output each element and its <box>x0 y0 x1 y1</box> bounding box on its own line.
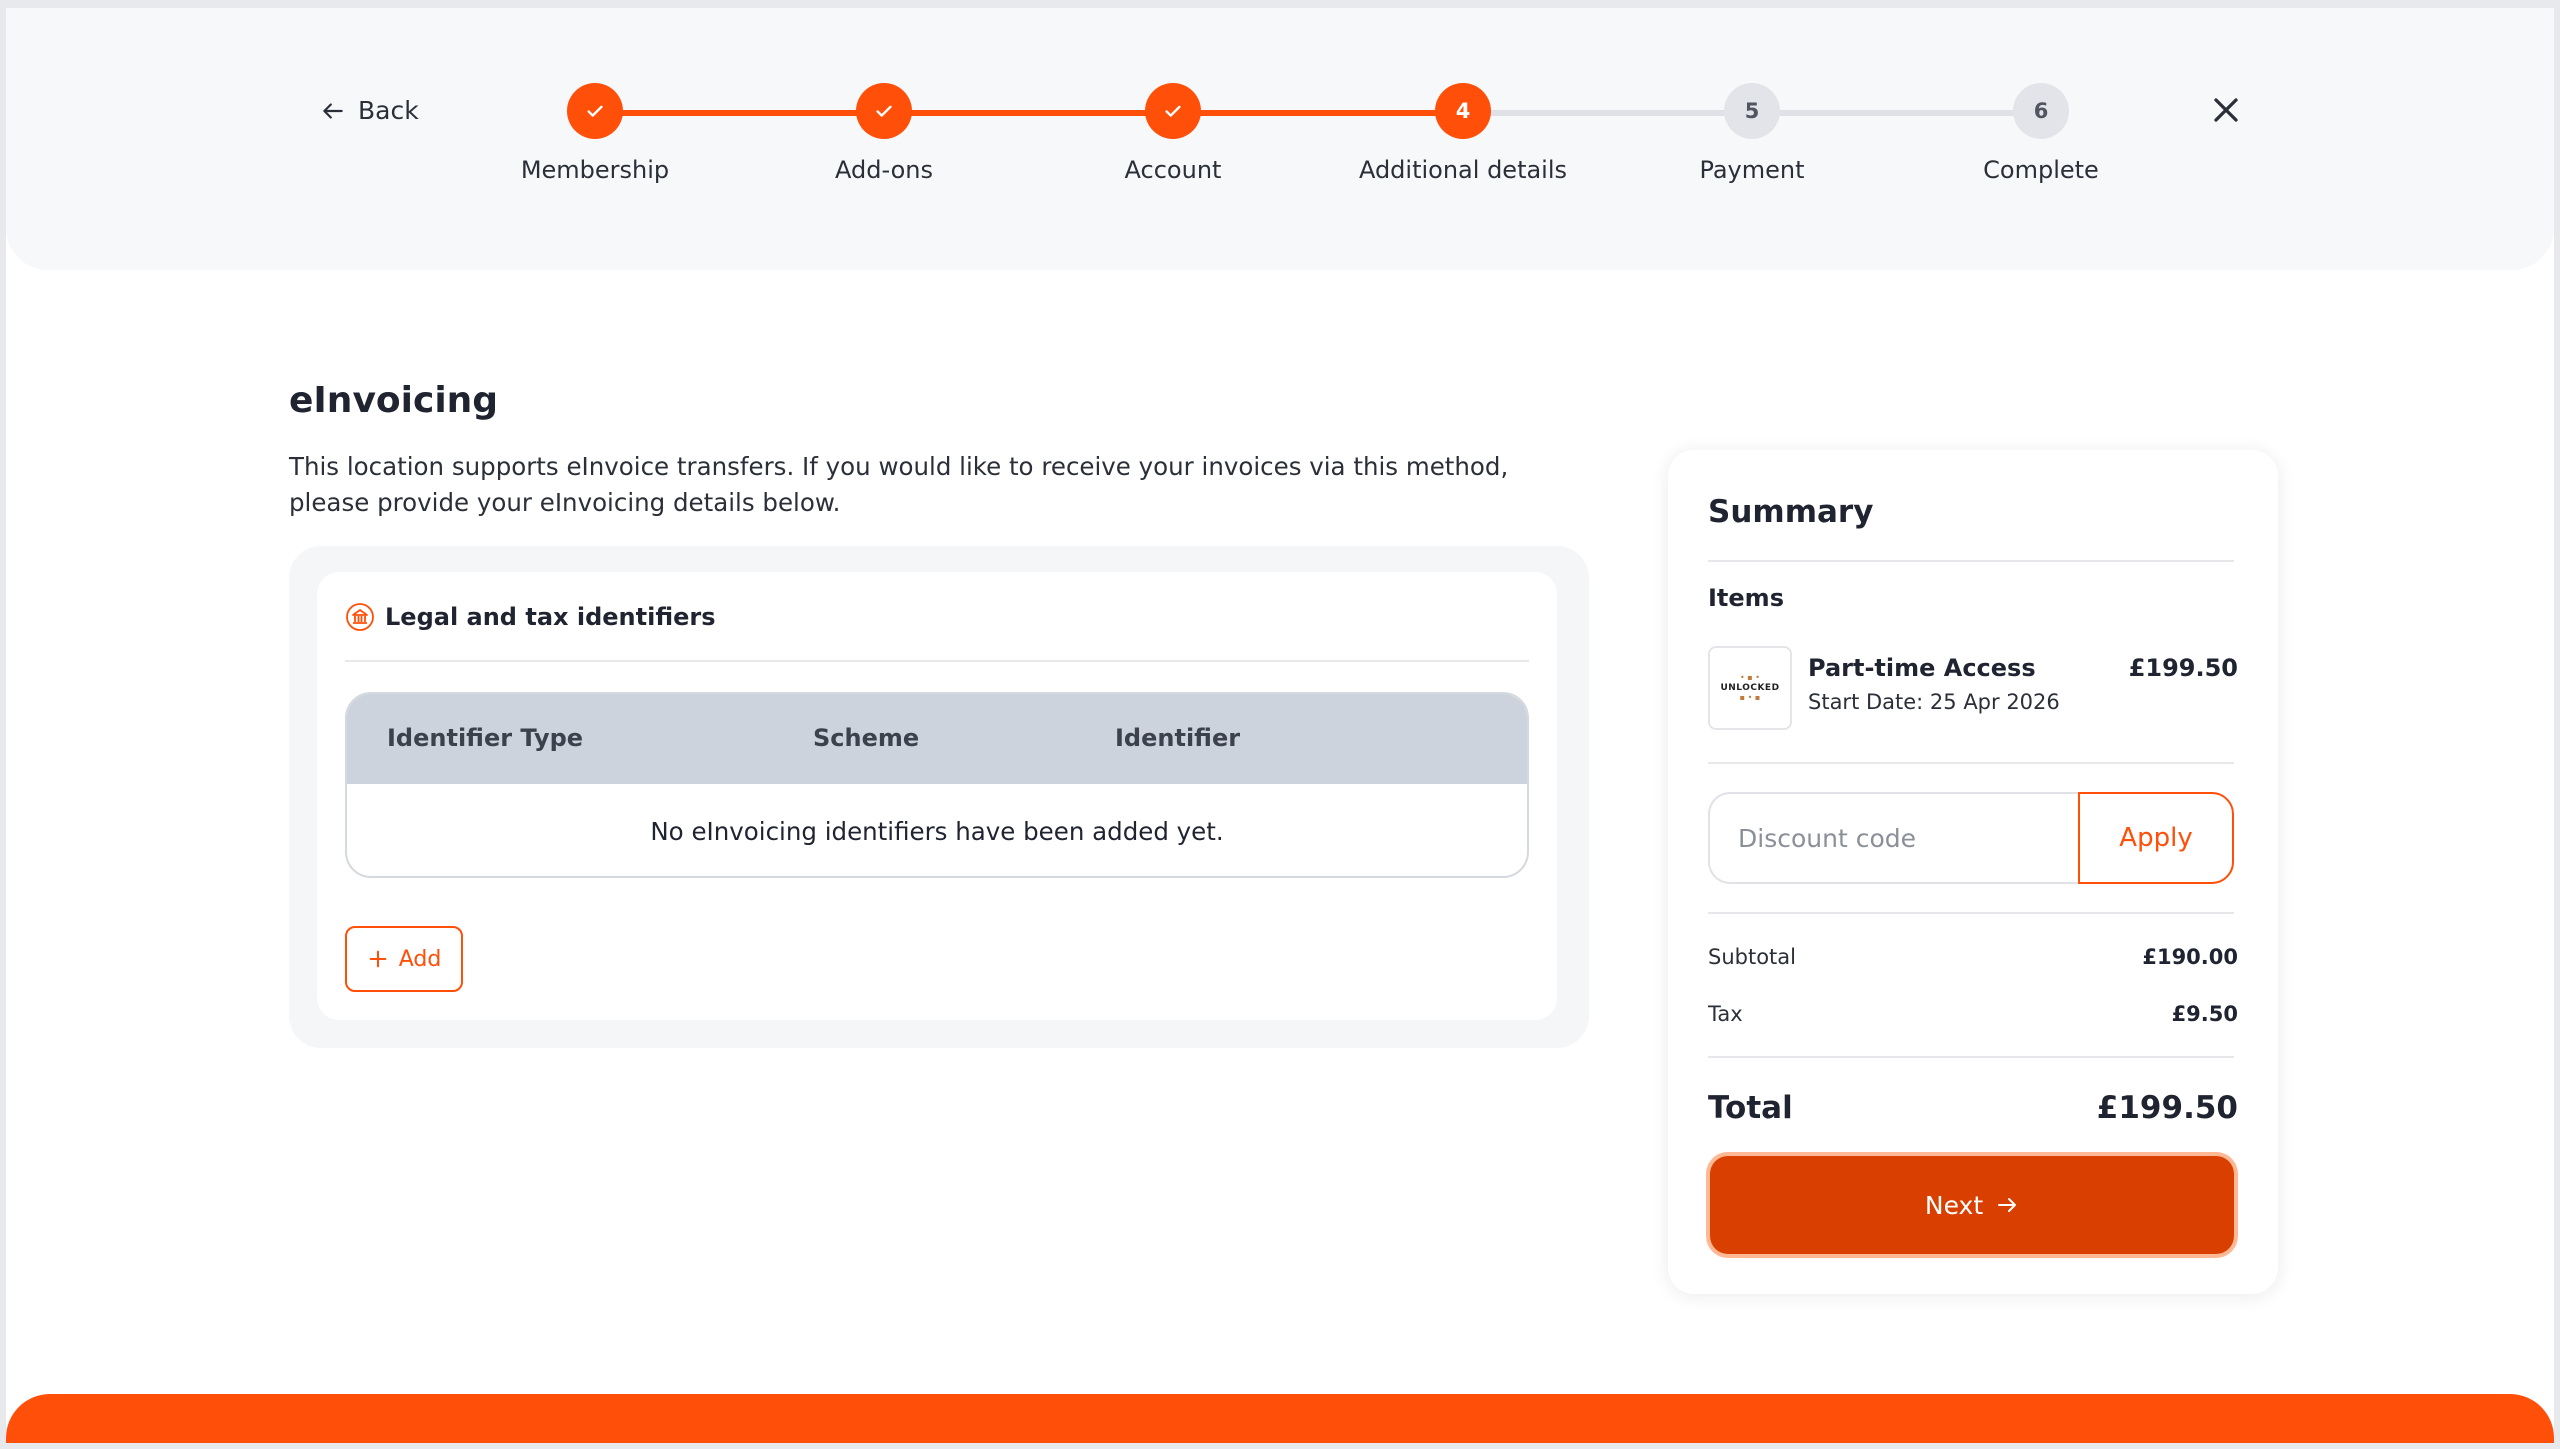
check-icon <box>876 105 892 117</box>
arrow-left-icon <box>323 102 343 119</box>
step-account-label: Account <box>1124 156 1222 184</box>
next-button[interactable]: Next <box>1710 1156 2234 1254</box>
identifiers-panel: Legal and tax identifiers Identifier Typ… <box>317 572 1557 1020</box>
thumbnail-decoration: ▪ • ▪ <box>1739 693 1761 702</box>
page-frame: Back Membership Add-ons Account 4 Additi… <box>6 8 2554 1443</box>
close-button[interactable] <box>2206 90 2246 130</box>
plus-icon <box>369 950 387 968</box>
identifiers-section-title: Legal and tax identifiers <box>385 603 716 631</box>
next-button-focus-ring: Next <box>1706 1152 2238 1258</box>
step-membership-circle <box>567 83 623 139</box>
section-divider <box>345 660 1529 662</box>
stepper-track-5 <box>1752 110 2041 116</box>
total-label: Total <box>1708 1090 1793 1126</box>
step-additional-details-circle: 4 <box>1435 83 1491 139</box>
add-identifier-button[interactable]: Add <box>345 926 463 992</box>
close-icon <box>2214 98 2238 122</box>
tax-label: Tax <box>1708 1002 1743 1026</box>
column-identifier-type: Identifier Type <box>387 724 584 752</box>
summary-divider <box>1708 912 2234 914</box>
back-button[interactable]: Back <box>320 96 419 125</box>
back-label: Back <box>358 96 419 125</box>
step-complete-label: Complete <box>1983 156 2099 184</box>
step-additional-details-label: Additional details <box>1358 156 1568 184</box>
einvoicing-card: Legal and tax identifiers Identifier Typ… <box>289 546 1589 1048</box>
add-label: Add <box>398 946 442 972</box>
stepper-track-2 <box>884 110 1173 116</box>
item-thumbnail: • ▪ • UNLOCKED ▪ • ▪ <box>1708 646 1792 730</box>
step-account-circle <box>1145 83 1201 139</box>
checkout-header: Back Membership Add-ons Account 4 Additi… <box>6 8 2554 270</box>
thumbnail-decoration: • ▪ • <box>1740 673 1760 682</box>
step-addons-circle <box>856 83 912 139</box>
step-payment-label: Payment <box>1699 156 1805 184</box>
items-label: Items <box>1708 584 1784 612</box>
step-membership-label: Membership <box>520 156 670 184</box>
check-icon <box>587 105 603 117</box>
identifiers-table: Identifier Type Scheme Identifier No eIn… <box>345 692 1529 878</box>
page-title: eInvoicing <box>289 380 499 421</box>
page-description: This location supports eInvoice transfer… <box>289 452 1509 517</box>
tax-value: £9.50 <box>2171 1002 2238 1026</box>
item-price: £199.50 <box>2128 654 2238 682</box>
footer-band <box>6 1394 2554 1443</box>
stepper-track-1 <box>595 110 884 116</box>
step-payment-circle: 5 <box>1724 83 1780 139</box>
column-scheme: Scheme <box>813 724 920 752</box>
column-identifier: Identifier <box>1115 724 1241 752</box>
item-start-date: Start Date: 25 Apr 2026 <box>1808 690 2060 714</box>
discount-code-input[interactable] <box>1708 792 2078 884</box>
summary-divider <box>1708 560 2234 562</box>
apply-discount-button[interactable]: Apply <box>2078 792 2234 884</box>
subtotal-label: Subtotal <box>1708 945 1796 969</box>
table-empty-message: No eInvoicing identifiers have been adde… <box>650 816 1224 846</box>
step-complete-circle: 6 <box>2013 83 2069 139</box>
order-summary: Summary Items • ▪ • UNLOCKED ▪ • ▪ Part-… <box>1668 450 2278 1294</box>
summary-divider <box>1708 1056 2234 1058</box>
item-name: Part-time Access <box>1808 654 2036 682</box>
summary-divider <box>1708 762 2234 764</box>
next-label: Next <box>1924 1190 1984 1220</box>
check-icon <box>1165 105 1181 117</box>
subtotal-value: £190.00 <box>2142 945 2238 969</box>
identifiers-section-header: Legal and tax identifiers <box>345 602 716 632</box>
arrow-right-icon <box>1998 1198 2017 1212</box>
stepper-track-3 <box>1173 110 1463 116</box>
stepper-track-4 <box>1463 110 1752 116</box>
total-value: £199.50 <box>2096 1090 2238 1126</box>
step-addons-label: Add-ons <box>835 156 933 184</box>
table-header: Identifier Type Scheme Identifier <box>347 694 1527 784</box>
summary-title: Summary <box>1708 494 1874 530</box>
bank-icon <box>346 603 374 631</box>
thumbnail-text: UNLOCKED <box>1720 683 1780 693</box>
